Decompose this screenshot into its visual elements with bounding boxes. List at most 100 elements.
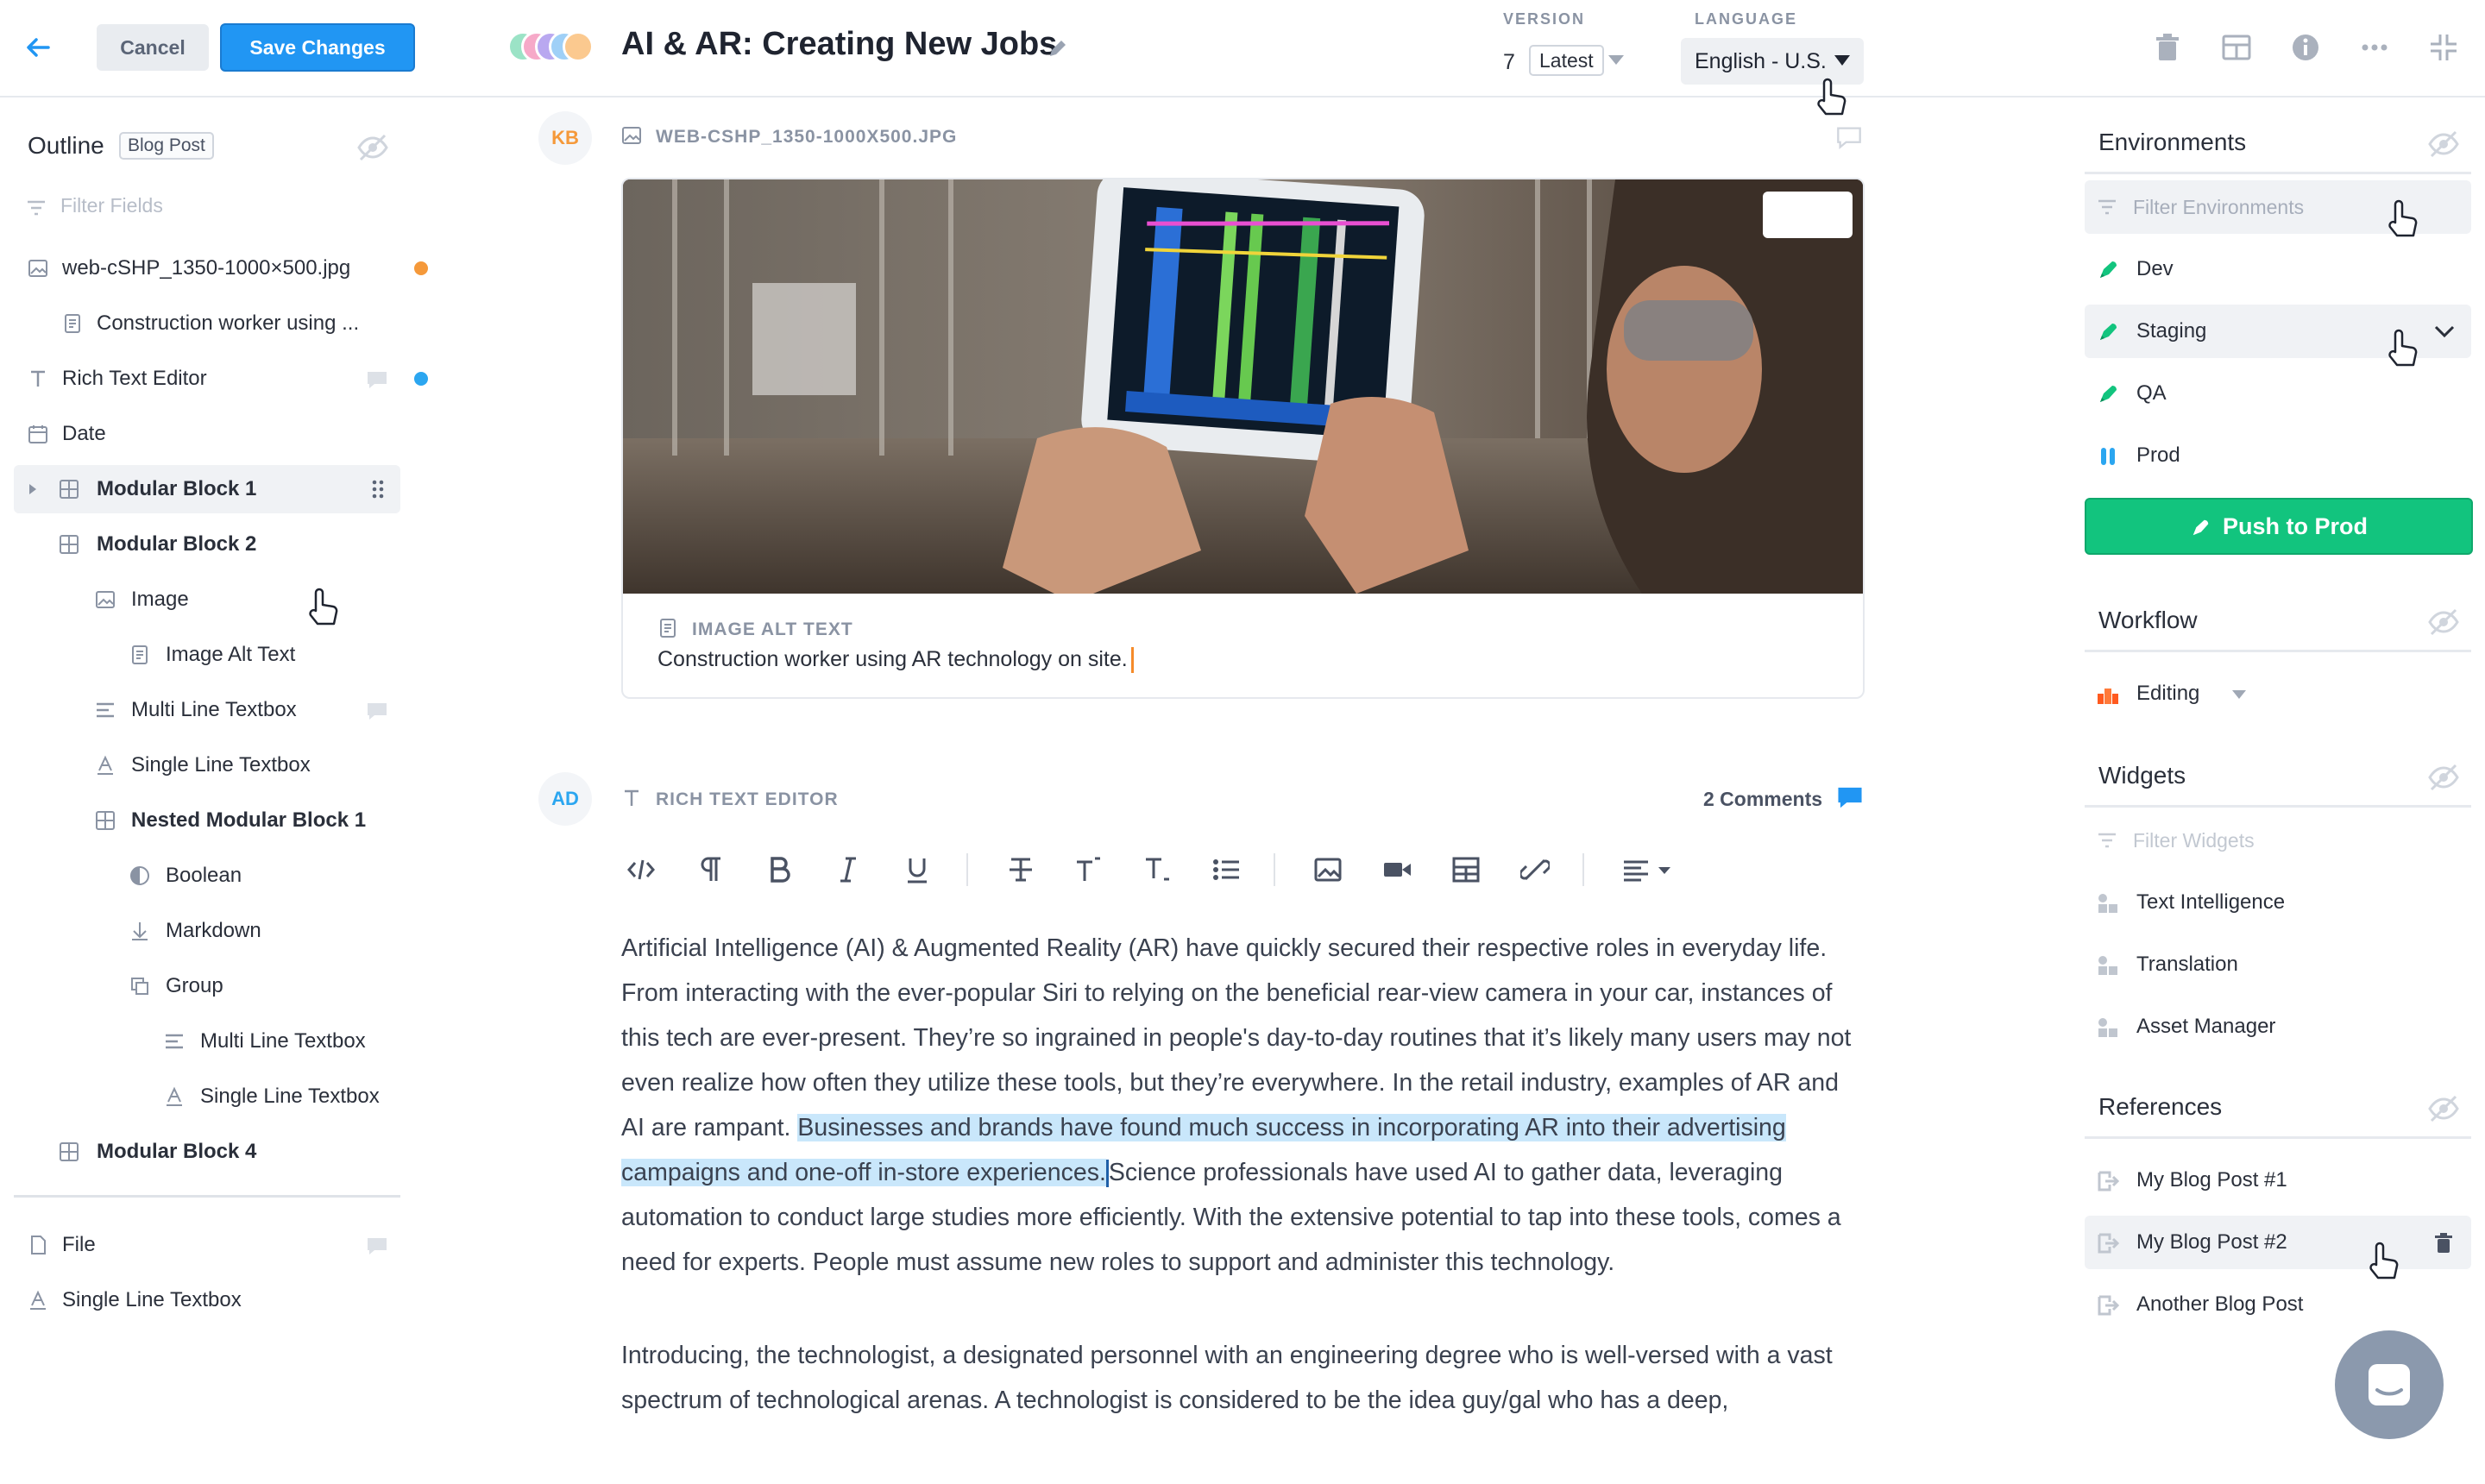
- bullet-list-icon[interactable]: [1206, 850, 1246, 890]
- comments-count[interactable]: 2 Comments: [1703, 788, 1822, 811]
- image-alt-input[interactable]: Construction worker using AR technology …: [657, 647, 1134, 674]
- trash-icon[interactable]: [2433, 1232, 2454, 1254]
- outline-item-modular-block-2[interactable]: Modular Block 2: [14, 520, 400, 569]
- multiline-icon: [166, 1034, 183, 1049]
- widget-item[interactable]: Translation: [2085, 938, 2471, 991]
- outline-item-alt-text[interactable]: Construction worker using ...: [14, 299, 400, 348]
- outline-item-image[interactable]: Image: [14, 575, 400, 624]
- outline-item-single-line[interactable]: Single Line Textbox: [14, 741, 400, 789]
- outline-item-group[interactable]: Group: [14, 962, 400, 1010]
- outline-item-modular-block-4[interactable]: Modular Block 4: [14, 1128, 400, 1176]
- outline-item-label: Markdown: [166, 919, 261, 942]
- outline-item-image-alt-text[interactable]: Image Alt Text: [14, 631, 400, 679]
- reference-item[interactable]: My Blog Post #2: [2085, 1216, 2471, 1269]
- outline-item-multi-line[interactable]: Multi Line Textbox: [14, 686, 400, 734]
- change-dot: [414, 261, 428, 275]
- reference-icon: [2098, 1171, 2119, 1192]
- superscript-icon[interactable]: [1068, 850, 1108, 890]
- insert-image-icon[interactable]: [1308, 850, 1348, 890]
- single-line-icon: [98, 755, 113, 775]
- insert-table-icon[interactable]: [1446, 850, 1486, 890]
- image-tools: [1763, 192, 1853, 238]
- hide-section-icon[interactable]: [2426, 1091, 2461, 1126]
- widget-label: Asset Manager: [2136, 1015, 2276, 1038]
- collapse-icon[interactable]: [2425, 26, 2463, 69]
- outline-item-label: Multi Line Textbox: [200, 1029, 366, 1053]
- comment-icon[interactable]: [1836, 125, 1862, 149]
- version-caret-icon[interactable]: [1608, 55, 1624, 65]
- rich-text-content[interactable]: Artificial Intelligence (AI) & Augmented…: [621, 926, 1865, 1471]
- subscript-icon[interactable]: [1137, 850, 1177, 890]
- hide-panel-icon[interactable]: [355, 130, 390, 165]
- reference-label: My Blog Post #2: [2136, 1230, 2287, 1254]
- expand-arrow-icon[interactable]: [26, 482, 40, 496]
- version-select[interactable]: Latest: [1529, 45, 1604, 76]
- cancel-button[interactable]: Cancel: [97, 24, 209, 71]
- outline-item-rich-text[interactable]: Rich Text Editor: [14, 355, 428, 403]
- widget-item[interactable]: Text Intelligence: [2085, 876, 2471, 929]
- environment-qa[interactable]: QA: [2085, 367, 2471, 420]
- align-dropdown-icon[interactable]: [1614, 850, 1683, 890]
- strikethrough-icon[interactable]: [1001, 850, 1041, 890]
- hide-section-icon[interactable]: [2426, 127, 2461, 161]
- workflow-status-label: Editing: [2136, 682, 2200, 705]
- outline-item-single-line-bottom[interactable]: Single Line Textbox: [14, 1276, 400, 1324]
- ar-worker-photo[interactable]: [623, 179, 1863, 594]
- outline-title: Outline: [28, 132, 104, 159]
- push-to-prod-button[interactable]: Push to Prod: [2085, 498, 2473, 555]
- more-icon[interactable]: [2356, 26, 2394, 69]
- outline-item-date[interactable]: Date: [14, 410, 400, 458]
- outline-item-nested-modular-block[interactable]: Nested Modular Block 1: [14, 796, 400, 845]
- filter-widgets-input[interactable]: Filter Widgets: [2085, 814, 2471, 867]
- grid-icon: [96, 811, 115, 830]
- outline-item-image-file[interactable]: web-cSHP_1350-1000×500.jpg: [14, 244, 428, 292]
- environment-prod[interactable]: Prod: [2085, 429, 2471, 482]
- comment-icon[interactable]: [366, 701, 388, 720]
- widget-item[interactable]: Asset Manager: [2085, 1000, 2471, 1053]
- comment-icon[interactable]: [366, 1236, 388, 1255]
- outline-item-multi-line-nested[interactable]: Multi Line Textbox: [14, 1017, 400, 1066]
- outline-item-label: Modular Block 2: [97, 532, 257, 556]
- workflow-status[interactable]: Editing: [2085, 667, 2471, 720]
- language-caret-icon[interactable]: [1834, 55, 1850, 66]
- drag-handle-icon[interactable]: [368, 479, 388, 500]
- hide-section-icon[interactable]: [2426, 760, 2461, 795]
- reference-item[interactable]: My Blog Post #1: [2085, 1154, 2471, 1207]
- unlink-icon[interactable]: [1515, 850, 1555, 890]
- chevron-down-icon[interactable]: [2433, 322, 2456, 341]
- language-label: LANGUAGE: [1695, 10, 1797, 28]
- paragraph-icon[interactable]: [690, 850, 730, 890]
- outline-item-boolean[interactable]: Boolean: [14, 852, 400, 900]
- outline-item-label: Modular Block 4: [97, 1140, 257, 1163]
- caret-down-icon[interactable]: [2231, 689, 2247, 700]
- hide-section-icon[interactable]: [2426, 605, 2461, 639]
- bold-icon[interactable]: [759, 850, 799, 890]
- comment-icon[interactable]: [366, 370, 388, 389]
- section-divider: [2085, 1136, 2471, 1139]
- chat-launcher-button[interactable]: [2335, 1330, 2444, 1439]
- outline-item-label: File: [62, 1233, 96, 1256]
- rich-text-label: RICH TEXT EDITOR: [656, 789, 839, 809]
- outline-item-single-line-nested[interactable]: Single Line Textbox: [14, 1072, 400, 1121]
- code-icon[interactable]: [621, 850, 661, 890]
- reference-item[interactable]: Another Blog Post: [2085, 1278, 2471, 1331]
- comment-icon[interactable]: [1836, 784, 1864, 810]
- save-changes-button[interactable]: Save Changes: [220, 23, 415, 72]
- paragraph-text: Artificial Intelligence (AI) & Augmented…: [621, 934, 1852, 1141]
- layout-icon[interactable]: [2218, 26, 2255, 69]
- underline-icon[interactable]: [897, 850, 937, 890]
- pencil-icon[interactable]: [1046, 36, 1070, 60]
- info-icon[interactable]: [2287, 26, 2325, 69]
- environment-dev[interactable]: Dev: [2085, 242, 2471, 296]
- outline-item-markdown[interactable]: Markdown: [14, 907, 400, 955]
- outline-item-label: Nested Modular Block 1: [131, 808, 367, 832]
- outline-item-file[interactable]: File: [14, 1221, 400, 1269]
- italic-icon[interactable]: [828, 850, 868, 890]
- outline-item-modular-block-1[interactable]: Modular Block 1: [14, 465, 400, 513]
- trash-icon[interactable]: [1816, 204, 1865, 594]
- back-arrow-icon[interactable]: [22, 32, 53, 63]
- trash-icon[interactable]: [2148, 26, 2186, 69]
- collaborator-avatars[interactable]: [507, 31, 594, 64]
- insert-video-icon[interactable]: [1377, 850, 1417, 890]
- section-divider: [2085, 650, 2471, 652]
